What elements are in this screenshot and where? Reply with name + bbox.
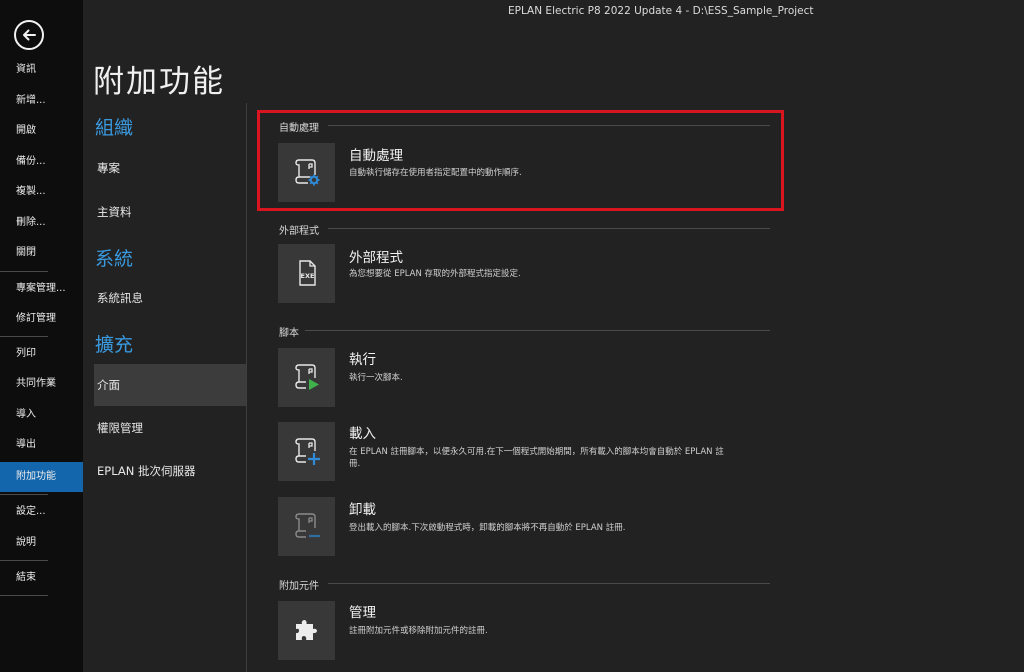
menu-item-close[interactable]: 關閉	[0, 238, 83, 268]
page-title: 附加功能	[93, 64, 225, 100]
menu-item-collaboration[interactable]: 共同作業	[0, 369, 83, 399]
category-item-batch-server[interactable]: EPLAN 批次伺服器	[94, 450, 246, 492]
highlight-annotation-box	[257, 110, 784, 211]
exe-file-icon: EXE	[299, 260, 316, 286]
script-load-desc: 在 EPLAN 註冊腳本，以便永久可用.在下一個程式開始期間，所有載入的腳本均會…	[349, 447, 724, 469]
external-programs-title: 外部程式	[349, 250, 403, 266]
menu-item-exit[interactable]: 結束	[0, 563, 83, 593]
category-item-interfaces[interactable]: 介面	[94, 364, 246, 406]
script-run-icon	[295, 364, 319, 390]
menu-separator	[0, 271, 48, 272]
add-ons-manage-desc: 註冊附加元件或移除附加元件的註冊.	[349, 626, 488, 636]
menu-item-open[interactable]: 開啟	[0, 116, 83, 146]
external-programs-desc: 為您想要從 EPLAN 存取的外部程式指定設定.	[349, 269, 521, 279]
category-item-projects[interactable]: 專案	[94, 147, 246, 189]
menu-separator	[0, 336, 48, 337]
script-load-title: 載入	[349, 426, 376, 442]
section-rule	[328, 583, 770, 584]
menu-item-project-management[interactable]: 專案管理...	[0, 274, 83, 304]
menu-item-settings[interactable]: 設定...	[0, 497, 83, 527]
menu-separator	[0, 595, 48, 596]
section-rule	[328, 228, 770, 229]
menu-item-copy[interactable]: 複製...	[0, 177, 83, 207]
menu-separator	[0, 560, 48, 561]
column-divider	[246, 103, 247, 672]
script-run-tile[interactable]	[278, 348, 335, 407]
menu-separator	[0, 494, 48, 495]
back-arrow-icon	[23, 29, 36, 41]
script-run-desc: 執行一次腳本.	[349, 373, 403, 383]
menu-item-print[interactable]: 列印	[0, 339, 83, 369]
menu-item-extras[interactable]: 附加功能	[0, 462, 83, 492]
menu-item-revision-management[interactable]: 修訂管理	[0, 304, 83, 334]
menu-item-info[interactable]: 資訊	[0, 55, 83, 85]
script-unload-tile[interactable]	[278, 497, 335, 556]
menu-item-export[interactable]: 導出	[0, 430, 83, 460]
menu-item-backup[interactable]: 備份...	[0, 147, 83, 177]
script-unload-title: 卸載	[349, 502, 376, 518]
menu-item-import[interactable]: 導入	[0, 400, 83, 430]
menu-item-new[interactable]: 新增...	[0, 86, 83, 116]
category-heading-system: 系統	[95, 248, 134, 270]
section-rule	[305, 330, 770, 331]
category-heading-organization: 組織	[95, 117, 134, 139]
category-item-master-data[interactable]: 主資料	[94, 191, 246, 233]
menu-item-help[interactable]: 說明	[0, 528, 83, 558]
section-title-add-ons: 附加元件	[279, 581, 319, 592]
add-ons-manage-tile[interactable]	[278, 601, 335, 660]
menu-item-delete[interactable]: 刪除...	[0, 208, 83, 238]
script-load-tile[interactable]	[278, 422, 335, 481]
script-load-icon	[295, 438, 320, 465]
category-heading-extensions: 擴充	[95, 334, 134, 356]
category-item-rights-management[interactable]: 權限管理	[94, 407, 246, 449]
script-unload-icon	[295, 513, 320, 538]
section-title-scripts: 腳本	[279, 328, 299, 339]
puzzle-piece-icon	[296, 620, 317, 640]
script-run-title: 執行	[349, 352, 376, 368]
back-button[interactable]	[14, 20, 44, 50]
section-title-external-programs: 外部程式	[279, 226, 319, 237]
category-item-system-messages[interactable]: 系統訊息	[94, 277, 246, 319]
add-ons-manage-title: 管理	[349, 605, 376, 621]
window-title: EPLAN Electric P8 2022 Update 4 - D:\ESS…	[508, 5, 814, 17]
backstage-menu: 資訊 新增... 開啟 備份... 複製... 刪除... 關閉 專案管理...…	[0, 0, 83, 672]
svg-text:EXE: EXE	[301, 272, 315, 280]
script-unload-desc: 登出載入的腳本.下次啟動程式時，卸載的腳本將不再自動於 EPLAN 註冊.	[349, 523, 626, 533]
external-programs-tile[interactable]: EXE	[278, 244, 335, 303]
